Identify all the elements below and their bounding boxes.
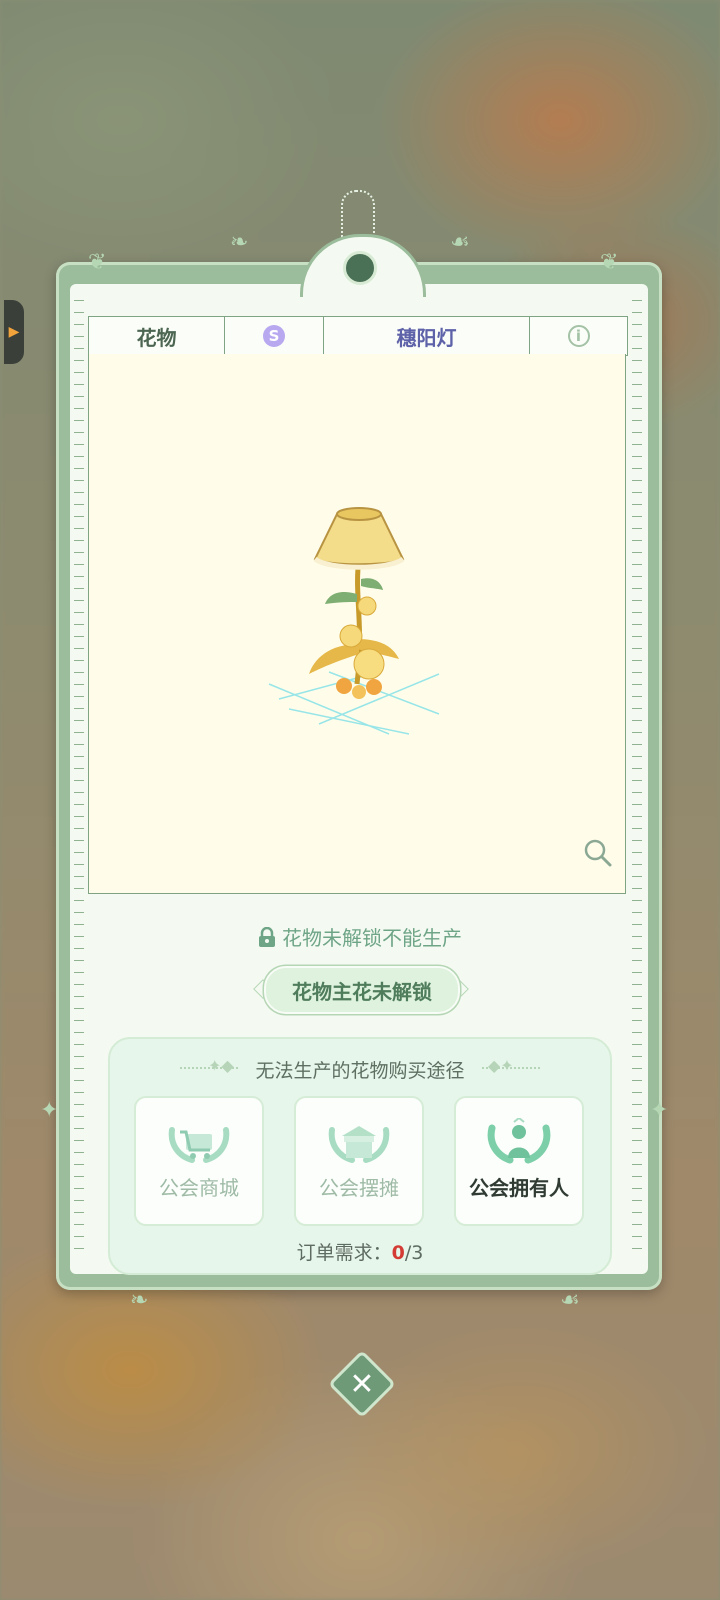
- guild-owner-button[interactable]: 公会拥有人: [454, 1096, 584, 1226]
- order-total-count: /3: [404, 1242, 424, 1264]
- zoom-magnifier-icon[interactable]: [583, 838, 613, 868]
- order-requirement-label: 订单需求：: [296, 1242, 392, 1264]
- rarity-s-badge-icon: S: [263, 325, 285, 347]
- guild-shop-button[interactable]: 公会商城: [134, 1096, 264, 1226]
- lock-icon: [259, 927, 275, 947]
- order-requirement: 订单需求：0/3: [0, 1238, 720, 1265]
- ruler-decoration-right: [632, 300, 642, 1260]
- lock-message: 花物未解锁不能生产: [0, 922, 720, 951]
- guild-owner-label: 公会拥有人: [469, 1176, 569, 1200]
- vine-leaf-icon: ❦: [600, 250, 619, 275]
- guild-shop-label: 公会商城: [159, 1176, 239, 1200]
- info-cell: i: [530, 317, 627, 355]
- vine-leaf-icon: ❦: [88, 250, 107, 275]
- chevron-right-icon: ▶: [8, 324, 20, 340]
- guild-shop-cart-icon: [168, 1127, 230, 1163]
- vine-leaf-icon: ❧: [130, 1288, 149, 1313]
- sparkle-icon: ✦: [40, 1098, 59, 1123]
- guild-owner-icon: [487, 1118, 551, 1164]
- item-name: 穗阳灯: [324, 317, 530, 355]
- guild-stall-icon: [328, 1126, 390, 1163]
- info-icon[interactable]: i: [567, 325, 590, 347]
- close-icon[interactable]: ✕: [340, 1360, 384, 1408]
- vine-leaf-icon: ☙: [560, 1288, 580, 1313]
- side-expand-tab[interactable]: ▶: [4, 300, 24, 364]
- guild-stall-button[interactable]: 公会摆摊: [294, 1096, 424, 1226]
- vine-leaf-icon: ☙: [450, 230, 470, 255]
- lock-message-text: 花物未解锁不能生产: [282, 926, 462, 950]
- item-preview-area: [88, 354, 626, 894]
- purchase-methods-title: 无法生产的花物购买途径: [255, 1060, 465, 1082]
- rarity-badge-cell: S: [225, 317, 324, 355]
- vine-leaf-icon: ❧: [230, 230, 249, 255]
- ruler-decoration-left: [74, 300, 84, 1260]
- unlock-requirement-tag: 花物主花未解锁: [264, 966, 460, 1014]
- item-category-label: 花物: [89, 317, 225, 355]
- order-current-count: 0: [391, 1242, 405, 1264]
- item-header-bar: 花物 S 穗阳灯 i: [88, 316, 628, 356]
- hanger-hole: [343, 251, 377, 285]
- item-illustration: [268, 507, 440, 735]
- guild-stall-label: 公会摆摊: [319, 1176, 399, 1200]
- sparkle-icon: ✦: [650, 1098, 669, 1123]
